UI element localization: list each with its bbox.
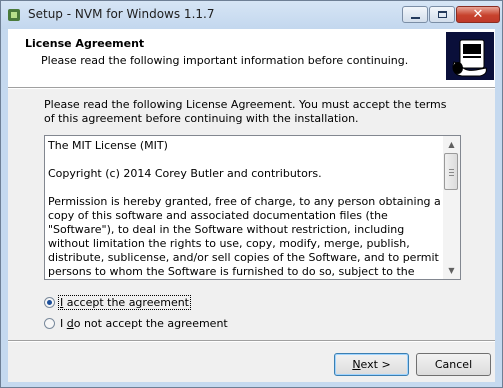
title-bar[interactable]: Setup - NVM for Windows 1.1.7 ✕ [1, 1, 502, 29]
accept-label[interactable]: I accept the agreement [58, 295, 191, 310]
window-title: Setup - NVM for Windows 1.1.7 [28, 7, 215, 21]
installer-logo-icon [446, 32, 494, 80]
page-subtitle: Please read the following important info… [41, 54, 409, 67]
license-intro: Please read the following License Agreem… [44, 98, 447, 125]
scroll-down-arrow-icon[interactable]: ▼ [443, 262, 460, 279]
scroll-up-arrow-icon[interactable]: ▲ [443, 136, 460, 153]
license-scrollbar[interactable]: ▲ ▼ [443, 136, 460, 279]
footer-separator [8, 340, 495, 341]
app-icon [8, 9, 20, 21]
wizard-header: License Agreement Please read the follow… [8, 29, 495, 87]
minimize-icon [410, 16, 420, 19]
radio-selected-dot-icon [47, 300, 52, 305]
scroll-thumb[interactable] [444, 153, 458, 190]
decline-label[interactable]: I do not accept the agreement [59, 317, 229, 330]
close-button[interactable]: ✕ [456, 6, 500, 23]
cancel-button[interactable]: Cancel [416, 353, 491, 376]
accept-radio[interactable] [44, 297, 55, 308]
accept-option[interactable]: I accept the agreement [44, 295, 191, 310]
next-button[interactable]: Next > [334, 353, 409, 376]
decline-option[interactable]: I do not accept the agreement [44, 317, 229, 330]
decline-radio[interactable] [44, 318, 55, 329]
minimize-button[interactable] [402, 6, 428, 23]
page-title: License Agreement [25, 37, 145, 50]
setup-window: Setup - NVM for Windows 1.1.7 ✕ License … [0, 0, 503, 388]
license-text: The MIT License (MIT) Copyright (c) 2014… [48, 139, 441, 278]
maximize-button[interactable] [429, 6, 455, 23]
close-icon: ✕ [472, 7, 484, 22]
license-textbox[interactable]: The MIT License (MIT) Copyright (c) 2014… [44, 135, 461, 280]
header-separator [8, 87, 495, 88]
wizard-page: License Agreement Please read the follow… [8, 29, 495, 382]
maximize-icon [437, 11, 447, 18]
